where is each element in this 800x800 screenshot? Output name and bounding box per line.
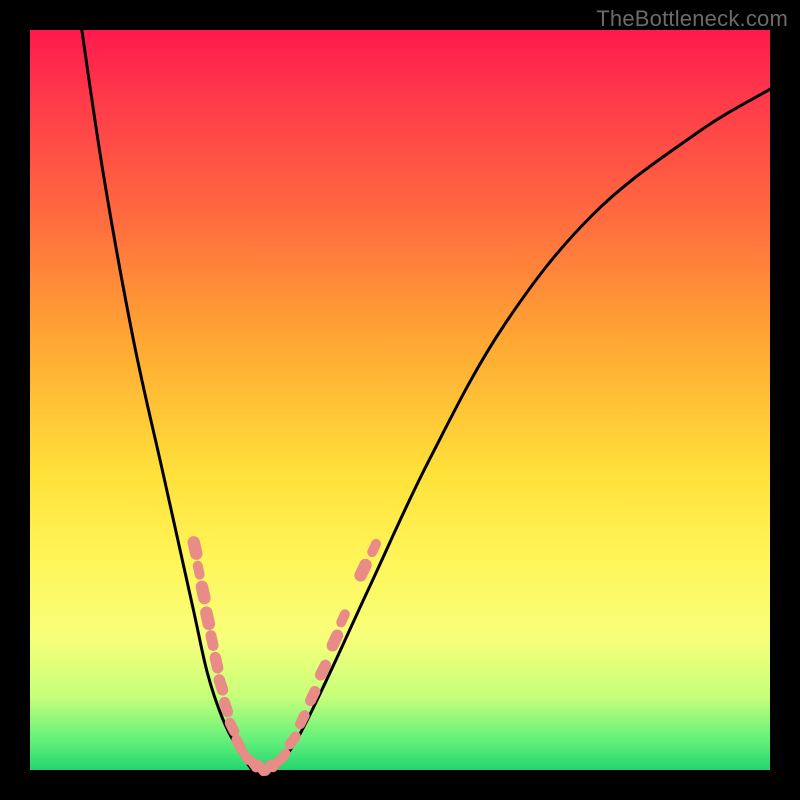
curve-layer: [82, 30, 770, 770]
plot-area: [30, 30, 770, 770]
data-marker: [186, 535, 203, 561]
data-marker: [209, 651, 225, 675]
outer-frame: TheBottleneck.com: [0, 0, 800, 800]
data-marker: [194, 579, 211, 605]
data-marker: [366, 537, 383, 558]
data-marker: [335, 608, 352, 629]
marker-layer: [186, 535, 382, 778]
watermark-text: TheBottleneck.com: [596, 6, 788, 32]
data-marker: [192, 560, 206, 581]
data-marker: [199, 605, 216, 631]
data-marker: [352, 557, 374, 584]
data-marker: [204, 629, 219, 652]
series-right-branch: [274, 89, 770, 770]
series-left-branch: [82, 30, 252, 770]
chart-svg: [30, 30, 770, 770]
